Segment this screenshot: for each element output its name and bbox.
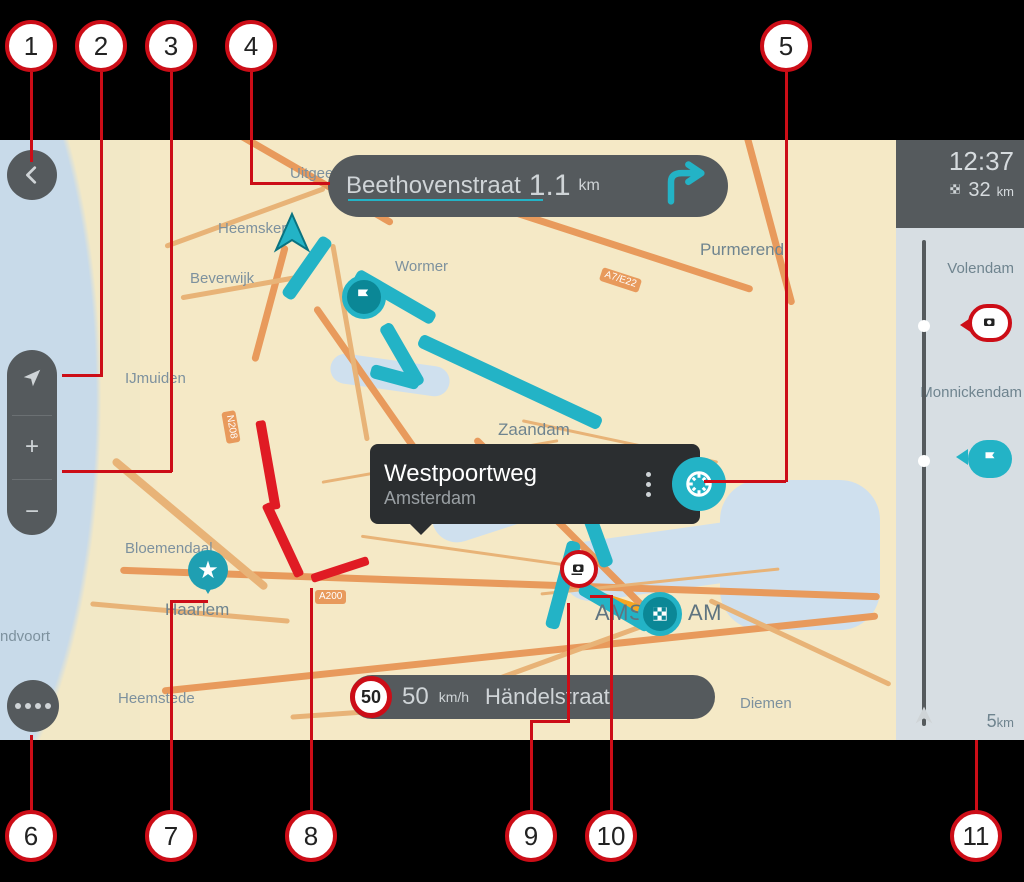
zoom-control: + −	[7, 350, 57, 535]
speed-panel: 50 50 km/h Händelstraat	[350, 675, 715, 719]
selected-location-popup[interactable]: Westpoortweg Amsterdam	[370, 444, 700, 524]
mw-a200: A200	[315, 590, 346, 604]
callout-7: 7	[145, 810, 197, 862]
speed-limit-sign: 50	[350, 676, 392, 718]
next-turn-street: Beethovenstraat	[346, 172, 521, 200]
callout-10: 10	[585, 810, 637, 862]
popup-more-button[interactable]	[638, 472, 658, 497]
rb-speed-camera-icon[interactable]	[968, 304, 1012, 342]
destination-flag-icon	[948, 182, 962, 199]
favorite-pin[interactable]: ★	[188, 550, 232, 594]
speed-camera-icon[interactable]	[560, 550, 598, 588]
rb-place-volendam: Volendam	[947, 260, 1014, 277]
popup-subtitle: Amsterdam	[384, 488, 624, 509]
arrival-info-panel[interactable]: 12:37 32 km	[896, 140, 1024, 228]
route-progress-track	[922, 240, 926, 726]
callout-11: 11	[950, 810, 1002, 862]
rb-place-monnickendam: Monnickendam	[920, 384, 1022, 401]
route-bar[interactable]: 12:37 32 km Volendam Monnickendam 5km	[896, 140, 1024, 740]
route-destination-marker[interactable]	[638, 592, 682, 636]
current-speed-unit: km/h	[439, 689, 469, 705]
popup-title: Westpoortweg	[384, 460, 624, 488]
route-start-marker[interactable]	[342, 275, 386, 319]
switch-view-button[interactable]	[13, 359, 51, 397]
callout-5: 5	[760, 20, 812, 72]
arrival-time: 12:37	[906, 146, 1014, 177]
turn-instruction-panel[interactable]: Beethovenstraat 1.1 km	[328, 155, 728, 217]
callout-1: 1	[5, 20, 57, 72]
zoom-out-button[interactable]: −	[25, 498, 39, 526]
callout-9: 9	[505, 810, 557, 862]
dest-distance-unit: km	[997, 184, 1014, 199]
callout-2: 2	[75, 20, 127, 72]
current-location-icon	[268, 210, 316, 258]
next-turn-unit: km	[579, 177, 600, 195]
next-turn-distance: 1.1	[529, 169, 571, 203]
dest-distance-value: 32	[968, 179, 990, 202]
callout-8: 8	[285, 810, 337, 862]
drive-here-button[interactable]	[672, 457, 726, 511]
current-speed-value: 50	[402, 683, 429, 711]
map-viewport[interactable]: Uitgees Heemskerk Beverwijk IJmuiden Blo…	[0, 140, 1024, 740]
rb-remaining-distance: 5km	[987, 711, 1014, 732]
zoom-in-button[interactable]: +	[25, 433, 39, 461]
main-menu-button[interactable]	[7, 680, 59, 732]
callout-6: 6	[5, 810, 57, 862]
callout-4: 4	[225, 20, 277, 72]
rb-waypoint-icon[interactable]	[968, 440, 1012, 478]
turn-right-icon	[658, 158, 710, 215]
callout-3: 3	[145, 20, 197, 72]
current-street: Händelstraat	[485, 684, 610, 710]
